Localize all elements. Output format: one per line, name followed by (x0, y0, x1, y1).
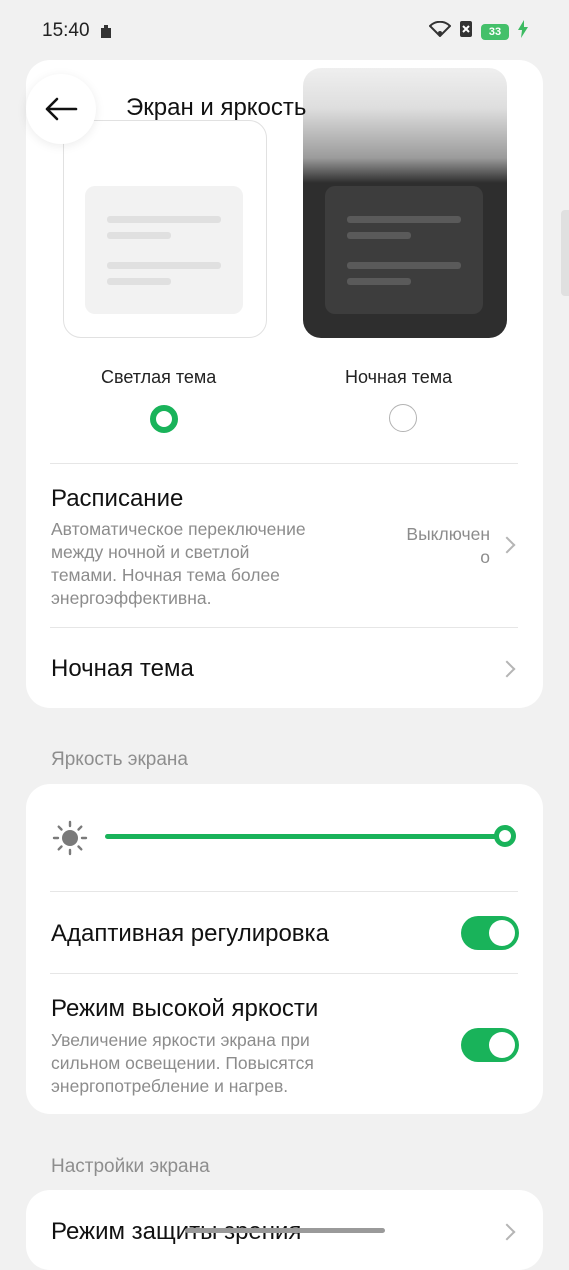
adaptive-brightness-toggle[interactable] (461, 916, 519, 950)
light-preview-content (85, 186, 243, 314)
schedule-description: Автоматическое переключение между ночной… (51, 519, 306, 608)
battery-icon: 33 (481, 23, 509, 40)
brightness-section-label: Яркость экрана (51, 749, 188, 770)
sim-icon (459, 20, 473, 43)
charging-icon (517, 20, 529, 43)
edge-panel-handle[interactable] (561, 210, 569, 296)
wifi-icon (428, 20, 452, 42)
dark-theme-radio[interactable] (389, 404, 417, 432)
dark-theme-label: Ночная тема (345, 367, 453, 387)
back-arrow-icon (45, 97, 78, 121)
status-icons: 33 (428, 20, 529, 43)
light-theme-radio[interactable] (150, 405, 178, 433)
divider (50, 973, 518, 974)
status-time: 15:40 (42, 20, 90, 41)
light-theme-label: Светлая тема (101, 367, 217, 387)
adaptive-brightness-title: Адаптивная регулировка (51, 920, 329, 947)
high-brightness-title: Режим высокой яркости (51, 995, 319, 1022)
brightness-slider-track[interactable] (105, 834, 505, 839)
high-brightness-toggle[interactable] (461, 1028, 519, 1062)
sun-icon (52, 820, 88, 861)
schedule-value: Выключен о (406, 524, 490, 567)
dark-preview-content (325, 186, 483, 314)
brightness-slider-thumb[interactable] (494, 825, 516, 847)
schedule-title: Расписание (51, 485, 184, 512)
night-theme-title: Ночная тема (51, 655, 194, 682)
display-settings-section-label: Настройки экрана (51, 1156, 210, 1177)
high-brightness-description: Увеличение яркости экрана при сильном ос… (51, 1030, 314, 1096)
back-button[interactable] (26, 74, 96, 144)
page-title: Экран и яркость (126, 94, 307, 121)
divider (50, 891, 518, 892)
notification-icon (99, 24, 113, 44)
home-indicator[interactable] (185, 1228, 385, 1233)
